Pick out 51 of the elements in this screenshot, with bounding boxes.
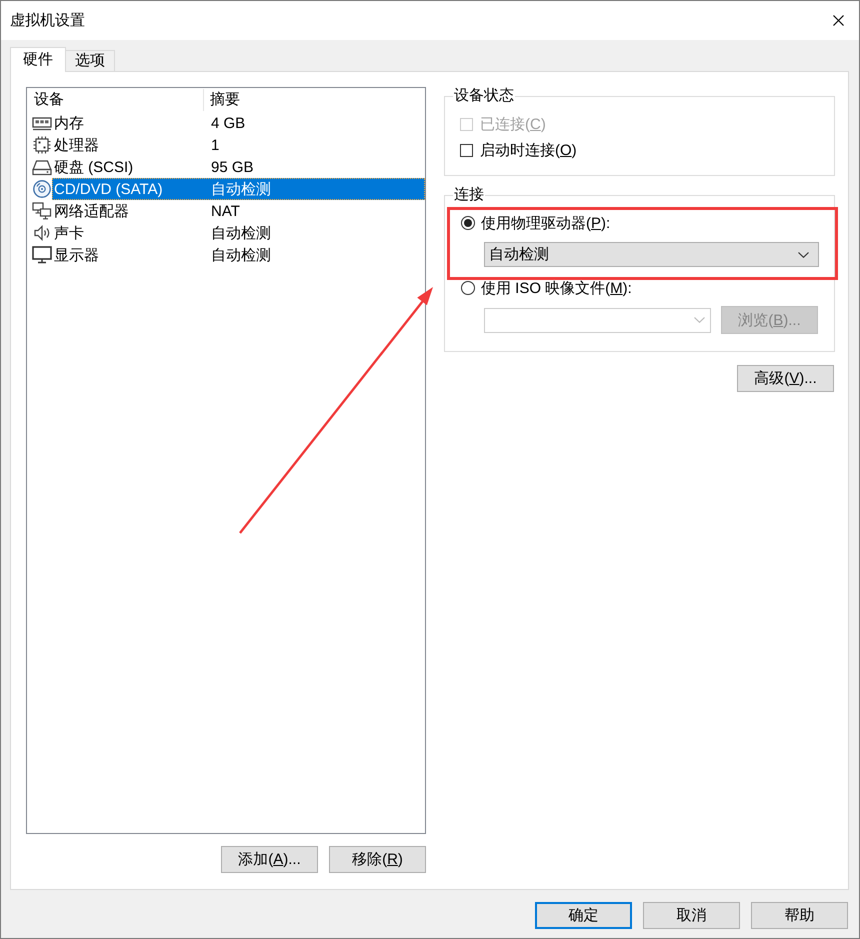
column-header[interactable]: 摘要 [204,89,240,111]
device-summary: 自动检测 [210,246,271,264]
device-name: 显示器 [53,246,100,264]
device-summary: 4 GB [210,114,246,132]
monitor-icon [32,246,52,264]
chevron-icon [798,252,809,258]
drive-dropdown[interactable]: 自动检测 [484,242,819,267]
network-icon [32,202,52,220]
close-icon[interactable] [833,15,844,26]
device-name: 处理器 [53,136,100,154]
device-name: 声卡 [53,224,85,242]
checkbox[interactable] [460,144,473,156]
radio-button[interactable] [461,281,475,295]
device-name: 内存 [53,114,85,132]
device-summary: NAT [210,202,240,220]
device-row[interactable]: 网络适配器 NAT [52,200,425,222]
radio-label[interactable]: 使用 ISO 映像文件(M): [481,278,632,298]
remove-button[interactable]: 移除(R) [329,846,426,873]
help-button[interactable]: 帮助 [751,902,848,929]
cancel-button[interactable]: 取消 [643,902,740,929]
device-row[interactable]: 显示器 自动检测 [52,244,425,266]
chip-icon [32,136,52,154]
device-name: 硬盘 (SCSI) [53,158,134,176]
disc-icon [32,180,52,198]
column-header[interactable]: 设备 [27,89,204,111]
ok-button[interactable]: 确定 [535,902,632,929]
tab[interactable]: 选项 [66,50,115,71]
chevron-icon [694,317,705,323]
device-list[interactable]: 设备 摘要 内存 4 GB 处理器 1 硬盘 (SCSI) 95 GB CD/DVD (SATA) 自动检测 网络适配器 NAT 声卡 自动检测 显示器 自动检测 [26,87,426,834]
group-title: 设备状态 [453,87,515,105]
device-row[interactable]: 硬盘 (SCSI) 95 GB [52,156,425,178]
add-button[interactable]: 添加(A)... [221,846,318,873]
tab[interactable]: 硬件 [10,47,66,72]
group-title: 连接 [453,186,485,204]
device-row[interactable]: 内存 4 GB [52,112,425,134]
radio-button[interactable] [461,216,475,230]
disk-drive-icon [32,158,52,176]
device-row[interactable]: CD/DVD (SATA) 自动检测 [52,178,425,200]
device-summary: 1 [210,136,220,154]
device-name: CD/DVD (SATA) [53,180,164,198]
device-summary: 自动检测 [210,180,271,198]
window-title: 虚拟机设置 [10,10,85,30]
device-row[interactable]: 声卡 自动检测 [52,222,425,244]
device-name: 网络适配器 [53,202,130,220]
checkbox-label[interactable]: 启动时连接(O) [480,140,577,160]
advanced-button[interactable]: 高级(V)... [737,365,834,392]
device-summary: 自动检测 [210,224,271,242]
device-summary: 95 GB [210,158,254,176]
radio-label[interactable]: 使用物理驱动器(P): [481,214,610,232]
speaker-icon [32,224,52,242]
device-row[interactable]: 处理器 1 [52,134,425,156]
